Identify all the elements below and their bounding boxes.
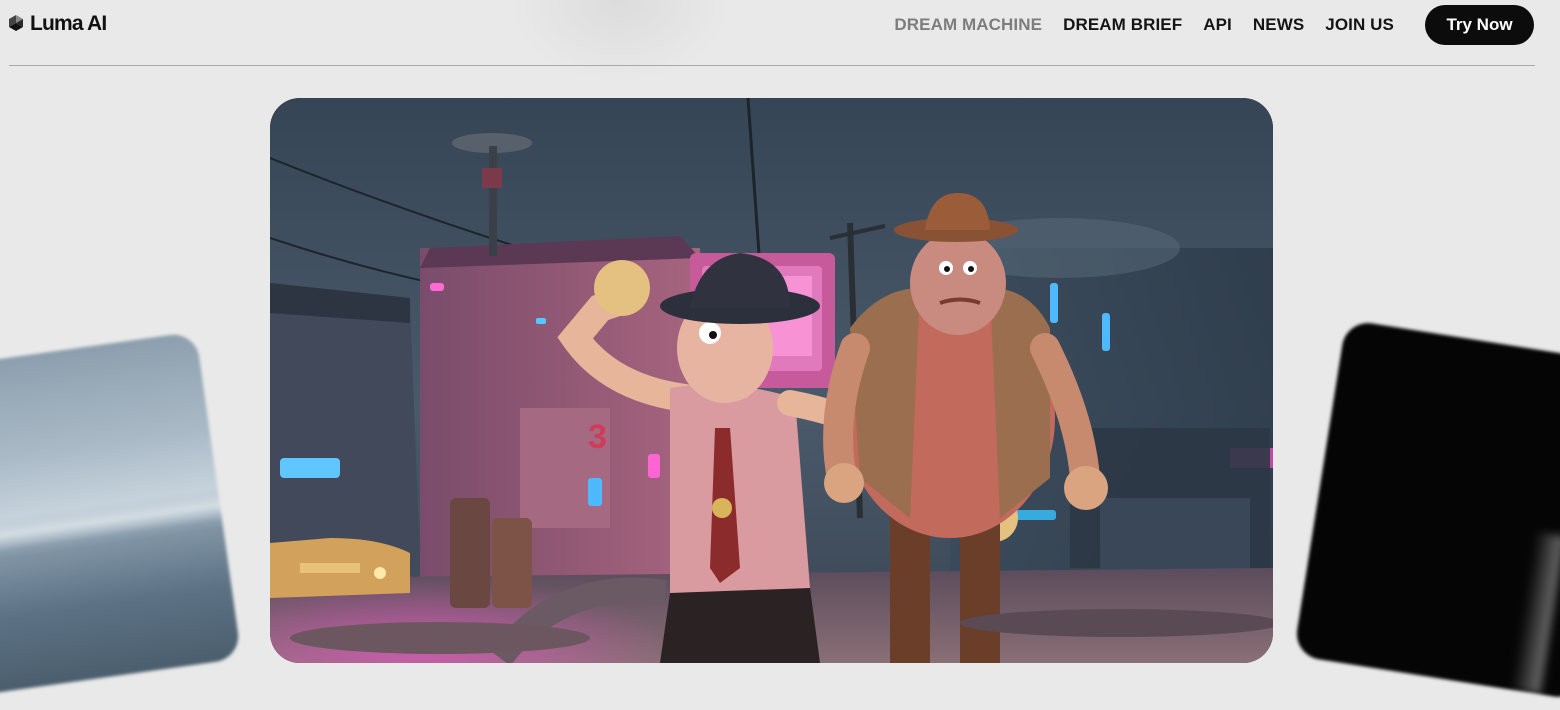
try-now-button[interactable]: Try Now <box>1425 5 1534 45</box>
logo-link[interactable]: Luma AI <box>8 12 107 36</box>
nav-item-join-us[interactable]: JOIN US <box>1325 15 1394 35</box>
main-nav: DREAM MACHINE DREAM BRIEF API NEWS JOIN … <box>894 15 1394 35</box>
nav-item-news[interactable]: NEWS <box>1253 15 1304 35</box>
brand-name: Luma AI <box>30 12 107 35</box>
building-number: 3 <box>588 418 607 456</box>
nav-item-dream-brief[interactable]: DREAM BRIEF <box>1063 15 1182 35</box>
nav-item-api[interactable]: API <box>1203 15 1232 35</box>
site-header: Luma AI DREAM MACHINE DREAM BRIEF API NE… <box>0 0 1560 66</box>
page: Luma AI DREAM MACHINE DREAM BRIEF API NE… <box>0 0 1560 710</box>
carousel-card-previous[interactable] <box>0 331 242 699</box>
luma-logo-icon <box>9 15 23 31</box>
hero-video-frame: 3 <box>270 98 1273 663</box>
header-divider <box>9 65 1535 66</box>
hero-video[interactable]: 3 <box>270 98 1273 663</box>
carousel-card-next[interactable] <box>1293 319 1560 701</box>
nav-item-dream-machine[interactable]: DREAM MACHINE <box>894 15 1042 35</box>
